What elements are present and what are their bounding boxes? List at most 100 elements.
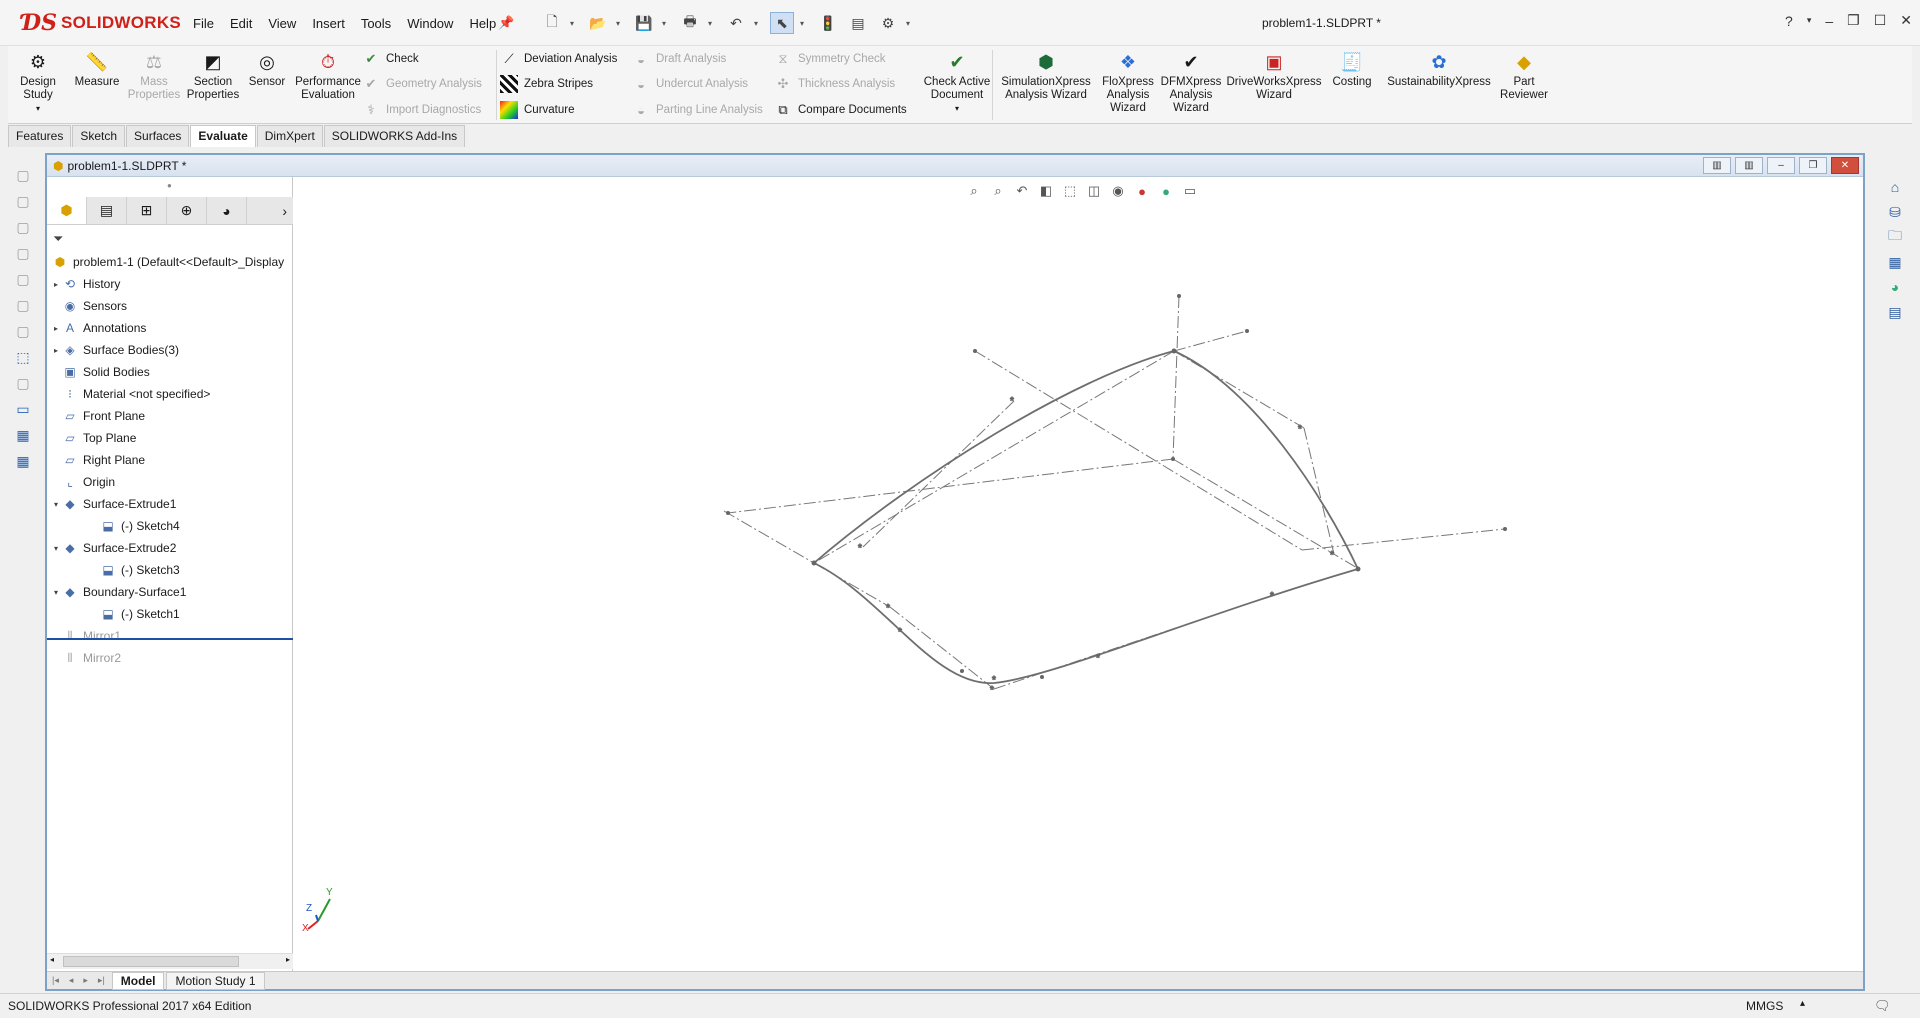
- simulationxpress-button[interactable]: ⬢ SimulationXpress Analysis Wizard: [996, 50, 1096, 102]
- tab-solidworks-add-ins[interactable]: SOLIDWORKS Add-Ins: [323, 125, 466, 147]
- tab-nav-prev-icon[interactable]: ◂: [64, 975, 79, 986]
- maximize-icon[interactable]: ☐: [1874, 12, 1887, 29]
- minimize-icon[interactable]: –: [1825, 13, 1833, 29]
- check-active-document-button[interactable]: ✔ Check Active Document ▾: [916, 50, 998, 115]
- chevron-down-icon[interactable]: ▾: [570, 19, 580, 28]
- chevron-down-icon[interactable]: ▾: [616, 19, 626, 28]
- tree-node[interactable]: ⁝ Material <not specified>: [47, 383, 293, 405]
- feature-tool-icon[interactable]: ▢: [12, 320, 34, 342]
- chevron-up-icon[interactable]: ▴: [1800, 998, 1805, 1009]
- expand-arrow-icon[interactable]: ▸: [51, 346, 61, 355]
- tree-root-part[interactable]: ⬢ problem1-1 (Default<<Default>_Display: [47, 251, 293, 273]
- close-icon[interactable]: ✕: [1831, 157, 1859, 174]
- tab-nav-next-icon[interactable]: ▸: [78, 975, 93, 986]
- tile-icon[interactable]: ▥: [1703, 157, 1731, 174]
- unit-system[interactable]: MMGS: [1746, 999, 1783, 1013]
- dimxpertmanager-tab-icon[interactable]: ⊕: [167, 197, 207, 224]
- custom-properties-icon[interactable]: ▤: [1884, 301, 1906, 323]
- tab-evaluate[interactable]: Evaluate: [190, 125, 256, 147]
- parting-line-analysis-button[interactable]: ◒ Parting Line Analysis: [632, 101, 763, 119]
- feature-tool-icon[interactable]: ▢: [12, 164, 34, 186]
- import-diagnostics-button[interactable]: ⚕ Import Diagnostics: [362, 101, 481, 119]
- scrollbar-thumb[interactable]: [63, 956, 239, 967]
- tree-node[interactable]: ◉ Sensors: [47, 295, 293, 317]
- select-tool-icon[interactable]: ⬚: [12, 346, 34, 368]
- layers-tool-icon[interactable]: ▦: [12, 424, 34, 446]
- tree-node[interactable]: ▸ A Annotations: [47, 317, 293, 339]
- save-icon[interactable]: 💾: [632, 12, 656, 34]
- tree-node[interactable]: ▣ Solid Bodies: [47, 361, 293, 383]
- horizontal-scrollbar[interactable]: ◂ ▸: [47, 953, 293, 969]
- tab-motion-study-1[interactable]: Motion Study 1: [166, 971, 265, 990]
- curvature-button[interactable]: Curvature: [500, 101, 575, 119]
- feature-tool-icon[interactable]: ▢: [12, 372, 34, 394]
- solidworks-resources-icon[interactable]: ⌂: [1884, 176, 1906, 198]
- featuremanager-tab-icon[interactable]: ⬢: [47, 197, 87, 224]
- menu-view[interactable]: View: [260, 14, 304, 33]
- compare-documents-button[interactable]: ⧉ Compare Documents: [774, 101, 906, 119]
- zebra-stripes-button[interactable]: Zebra Stripes: [500, 75, 593, 93]
- tab-features[interactable]: Features: [8, 125, 72, 147]
- tab-model[interactable]: Model: [111, 971, 165, 990]
- feature-tool-icon[interactable]: ▢: [12, 242, 34, 264]
- appearances-icon[interactable]: ◕: [1884, 276, 1906, 298]
- feature-tool-icon[interactable]: ▢: [12, 294, 34, 316]
- tab-nav-last-icon[interactable]: ▸|: [93, 975, 110, 986]
- rollback-bar[interactable]: [47, 638, 293, 640]
- performance-evaluation-button[interactable]: ⏱ Performance Evaluation: [290, 50, 366, 102]
- driveworksxpress-button[interactable]: ▣ DriveWorksXpress Wizard: [1222, 50, 1326, 102]
- tree-node[interactable]: ⬓ (-) Sketch3: [47, 559, 293, 581]
- tab-nav-first-icon[interactable]: |◂: [47, 975, 64, 986]
- scroll-left-icon[interactable]: ◂: [50, 955, 54, 964]
- check-button[interactable]: ✔ Check: [362, 50, 419, 68]
- file-explorer-icon[interactable]: 🗀: [1884, 226, 1906, 248]
- display-tool-icon[interactable]: ▭: [12, 398, 34, 420]
- tree-node[interactable]: ⫴ Mirror2: [47, 647, 293, 669]
- floxpress-button[interactable]: ❖ FloXpress Analysis Wizard: [1098, 50, 1158, 115]
- tree-node[interactable]: ▾ ◆ Boundary-Surface1: [47, 581, 293, 603]
- layers-tool-icon[interactable]: ▦: [12, 450, 34, 472]
- menu-insert[interactable]: Insert: [304, 14, 353, 33]
- feature-tool-icon[interactable]: ▢: [12, 190, 34, 212]
- thickness-analysis-button[interactable]: ✣ Thickness Analysis: [774, 75, 896, 93]
- configurationmanager-tab-icon[interactable]: ⊞: [127, 197, 167, 224]
- expand-arrow-icon[interactable]: ▾: [51, 500, 61, 509]
- tree-node[interactable]: ▱ Right Plane: [47, 449, 293, 471]
- sustainabilityxpress-button[interactable]: ✿ SustainabilityXpress: [1380, 50, 1498, 89]
- tab-dimxpert[interactable]: DimXpert: [256, 125, 323, 147]
- chevron-right-icon[interactable]: ›: [247, 197, 293, 224]
- design-study-button[interactable]: ⚙ Design Study ▾: [18, 50, 58, 115]
- propertymanager-tab-icon[interactable]: ▤: [87, 197, 127, 224]
- view-palette-icon[interactable]: ▦: [1884, 251, 1906, 273]
- close-icon[interactable]: ✕: [1900, 12, 1912, 29]
- restore-icon[interactable]: ❐: [1847, 12, 1860, 29]
- tree-node[interactable]: ⬓ (-) Sketch4: [47, 515, 293, 537]
- menu-window[interactable]: Window: [399, 14, 461, 33]
- dfmxpress-button[interactable]: ✔ DFMXpress Analysis Wizard: [1160, 50, 1222, 115]
- undercut-analysis-button[interactable]: ◒ Undercut Analysis: [632, 75, 748, 93]
- expand-arrow-icon[interactable]: ▾: [51, 544, 61, 553]
- status-info-icon[interactable]: 🗨: [1874, 998, 1891, 1014]
- feature-tool-icon[interactable]: ▢: [12, 216, 34, 238]
- tab-surfaces[interactable]: Surfaces: [126, 125, 190, 147]
- select-pointer-icon[interactable]: ⬉: [770, 12, 794, 34]
- chevron-down-icon[interactable]: ▾: [662, 19, 672, 28]
- help-icon[interactable]: ?: [1785, 13, 1793, 29]
- tree-node[interactable]: ▱ Top Plane: [47, 427, 293, 449]
- file-properties-icon[interactable]: ▤: [846, 12, 870, 34]
- section-properties-button[interactable]: ◩ Section Properties: [182, 50, 244, 102]
- costing-button[interactable]: 🧾 Costing: [1324, 50, 1380, 89]
- displaymanager-tab-icon[interactable]: ◕: [207, 197, 247, 224]
- print-icon[interactable]: 🖶: [678, 12, 702, 34]
- expand-arrow-icon[interactable]: ▾: [51, 588, 61, 597]
- filter-icon[interactable]: ⏷: [53, 231, 63, 247]
- chevron-down-icon[interactable]: ▾: [1807, 15, 1812, 26]
- new-document-icon[interactable]: 🗋: [540, 12, 564, 34]
- part-reviewer-button[interactable]: ◆ Part Reviewer: [1496, 50, 1552, 102]
- tree-node[interactable]: ⬓ (-) Sketch1: [47, 603, 293, 625]
- expand-arrow-icon[interactable]: ▸: [51, 324, 61, 333]
- sensor-button[interactable]: ◎ Sensor: [244, 50, 290, 89]
- menu-tools[interactable]: Tools: [353, 14, 399, 33]
- rebuild-traffic-light-icon[interactable]: 🚦: [816, 12, 840, 34]
- minimize-icon[interactable]: –: [1767, 157, 1795, 174]
